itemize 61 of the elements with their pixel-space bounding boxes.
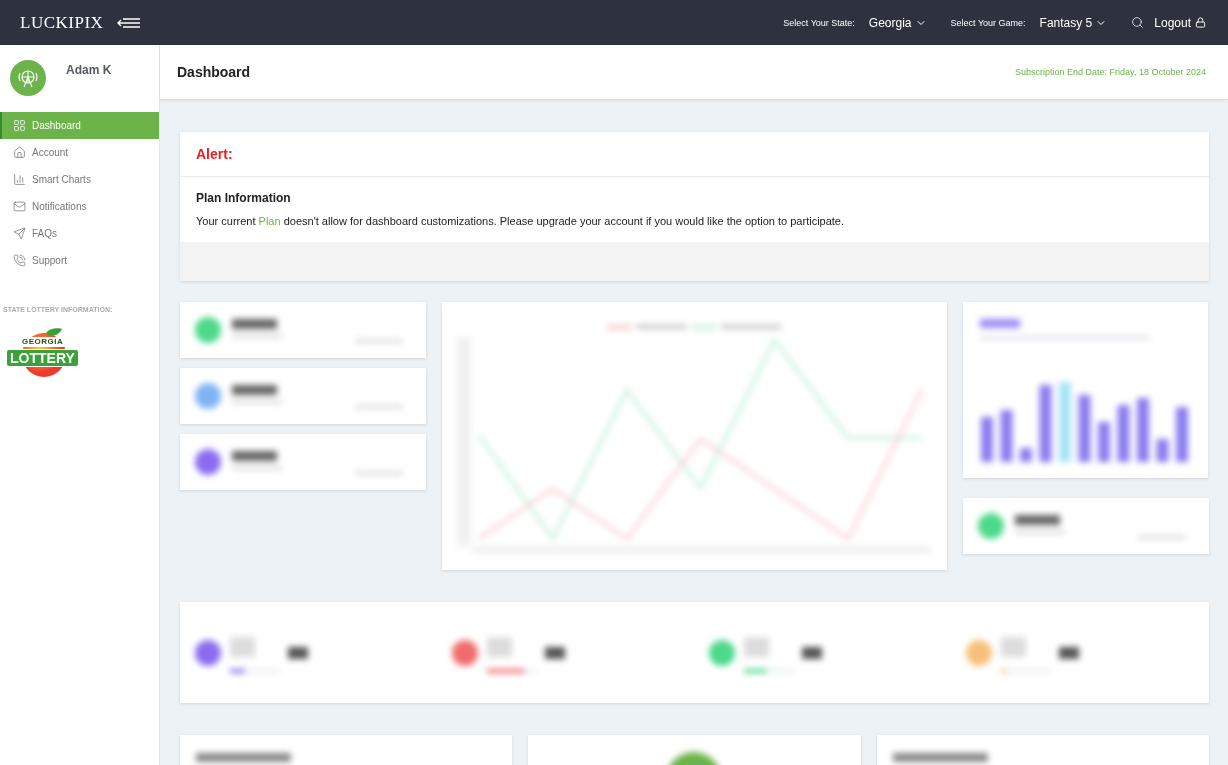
plan-link[interactable]: Plan: [258, 215, 281, 227]
game-label: Select Your Game:: [950, 17, 1026, 28]
section-title: Plan Information: [196, 191, 292, 205]
circle-icon: [195, 317, 221, 343]
app-logo[interactable]: LUCKIPIX: [20, 12, 104, 33]
blurred-value: [232, 319, 277, 329]
state-label: Select Your State:: [783, 17, 855, 28]
blurred-legend-label: [636, 324, 687, 330]
blurred-value: [545, 647, 565, 659]
blurred-value: [980, 319, 1020, 328]
state-select[interactable]: Georgia: [868, 15, 927, 30]
chart-bar: [1137, 398, 1149, 462]
nav-item[interactable]: Account: [0, 139, 159, 166]
chart-bar: [1117, 405, 1130, 462]
nav-item[interactable]: FAQs: [0, 220, 159, 247]
legend-swatch: [691, 324, 717, 331]
nav-item[interactable]: Smart Charts: [0, 166, 159, 193]
grid-icon: [13, 119, 26, 132]
paper-plane-icon: [13, 227, 26, 240]
chart-bar: [981, 417, 993, 462]
envelope-icon: [13, 200, 26, 213]
ferris-wheel-icon: [17, 67, 39, 89]
subscription-date: Subscription End Date: Friday, 18 October 2024: [1015, 67, 1206, 77]
blurred-caption: [230, 637, 255, 657]
chart-bar: [1078, 395, 1091, 462]
chart-bar: [1000, 410, 1013, 462]
game-select[interactable]: Fantasy 5: [1039, 15, 1108, 30]
blurred-caption: [1001, 637, 1026, 657]
nav-item[interactable]: Support: [0, 247, 159, 274]
search-icon[interactable]: [1131, 16, 1145, 29]
blurred-value: [1059, 647, 1079, 659]
logo-caption: GEORGIA: [20, 337, 66, 347]
logout-button[interactable]: Logout: [1154, 15, 1206, 30]
home-icon: [13, 146, 26, 159]
chart-bar: [1156, 439, 1169, 462]
circle-icon: [195, 383, 221, 409]
blurred-value: [802, 647, 822, 659]
bar-chart-icon: [13, 173, 26, 186]
chart-bar: [1176, 407, 1188, 462]
blurred-legend-label: [721, 324, 782, 330]
nav-item[interactable]: Notifications: [0, 193, 159, 220]
blurred-caption: [744, 637, 769, 657]
circle-icon: [978, 513, 1004, 539]
user-name: Adam K: [66, 63, 112, 77]
alert-title: Alert:: [196, 146, 233, 162]
chart-bar: [1098, 422, 1110, 462]
lock-icon: [1195, 17, 1206, 28]
menu-toggle-icon[interactable]: [117, 16, 142, 29]
blurred-value: [232, 385, 277, 395]
blurred-value: [1015, 515, 1060, 525]
legend-swatch: [606, 324, 632, 331]
blurred-value: [288, 647, 308, 659]
blurred-value: [232, 451, 277, 461]
circle-icon: [195, 449, 221, 475]
blurred-caption: [487, 637, 512, 657]
alert-message: Your current Plan doesn't allow for dashboard customizations. Please upgrade your account if you would like the option to participate.: [196, 215, 846, 227]
phone-icon: [13, 254, 26, 267]
nav-item[interactable]: Dashboard: [0, 112, 159, 139]
chart-bar: [1020, 448, 1032, 462]
page-title: Dashboard: [177, 64, 251, 80]
logo-wordmark: LOTTERY: [6, 349, 79, 367]
